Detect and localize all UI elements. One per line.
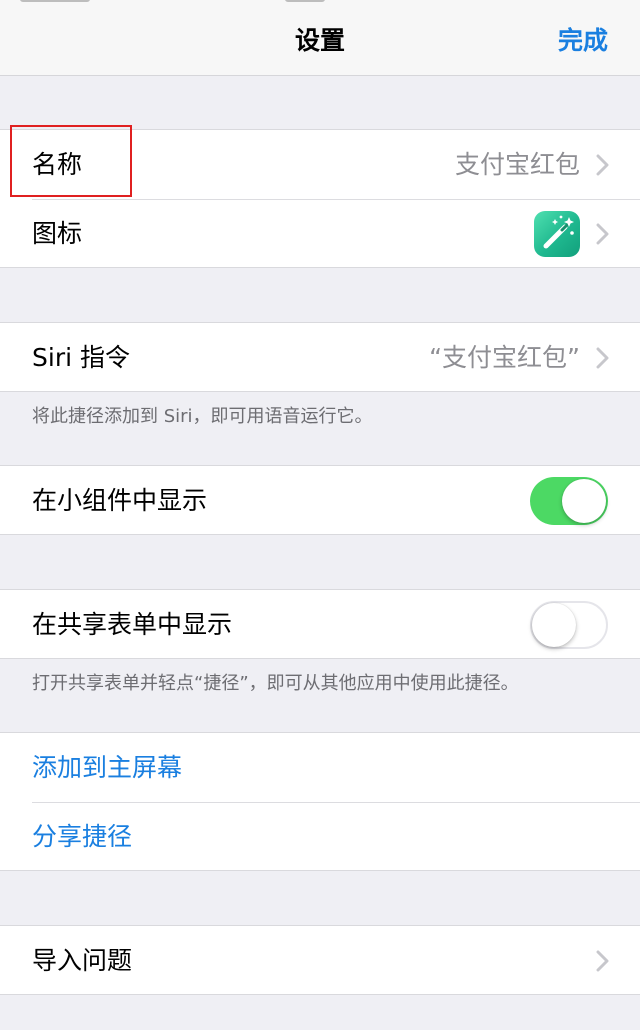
status-bar-remnant [285, 0, 325, 2]
siri-value: “支付宝红包” [429, 343, 580, 372]
share-sheet-label: 在共享表单中显示 [32, 610, 233, 639]
chevron-right-icon [596, 347, 609, 369]
add-to-home-button[interactable]: 添加到主屏幕 [32, 733, 182, 802]
import-questions-row[interactable]: 导入问题 [0, 926, 640, 995]
siri-group: Siri 指令 “支付宝红包” [0, 322, 640, 392]
name-value: 支付宝红包 [454, 150, 580, 179]
icon-label: 图标 [32, 219, 83, 248]
name-label: 名称 [32, 150, 83, 179]
widget-group: 在小组件中显示 [0, 465, 640, 535]
share-shortcut-row[interactable]: 分享捷径 [0, 802, 640, 871]
magic-wand-icon [534, 211, 580, 257]
import-questions-label: 导入问题 [32, 946, 133, 975]
share-sheet-row: 在共享表单中显示 [0, 590, 640, 659]
chevron-right-icon [596, 223, 609, 245]
navigation-bar: 设置 完成 [0, 0, 640, 76]
siri-row[interactable]: Siri 指令 “支付宝红包” [0, 323, 640, 392]
share-sheet-toggle[interactable] [530, 601, 608, 649]
actions-group: 添加到主屏幕 分享捷径 [0, 732, 640, 871]
share-sheet-footnote: 打开共享表单并轻点“捷径”，即可从其他应用中使用此捷径。 [32, 673, 519, 694]
siri-label: Siri 指令 [32, 343, 130, 372]
widget-toggle[interactable] [530, 477, 608, 525]
toggle-knob [562, 479, 606, 523]
share-sheet-group: 在共享表单中显示 [0, 589, 640, 659]
status-bar-remnant [20, 0, 90, 2]
widget-row: 在小组件中显示 [0, 466, 640, 535]
done-button[interactable]: 完成 [558, 24, 608, 58]
name-row[interactable]: 名称 支付宝红包 [0, 130, 640, 199]
toggle-knob [532, 603, 576, 647]
chevron-right-icon [596, 950, 609, 972]
add-to-home-row[interactable]: 添加到主屏幕 [0, 733, 640, 802]
page-title: 设置 [294, 26, 345, 55]
name-icon-group: 名称 支付宝红包 图标 [0, 129, 640, 268]
siri-footnote: 将此捷径添加到 Siri，即可用语音运行它。 [32, 406, 373, 427]
import-group: 导入问题 [0, 925, 640, 995]
chevron-right-icon [596, 154, 609, 176]
share-shortcut-button[interactable]: 分享捷径 [32, 802, 132, 871]
icon-row[interactable]: 图标 [0, 199, 640, 268]
widget-label: 在小组件中显示 [32, 486, 208, 515]
